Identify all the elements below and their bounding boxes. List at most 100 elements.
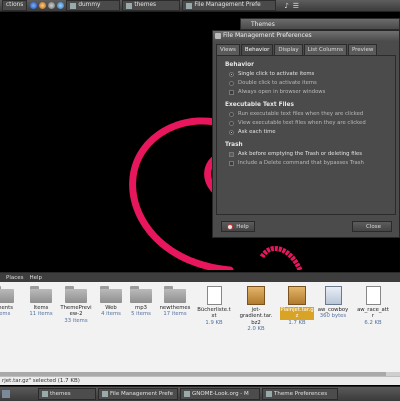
file-icon-view: umentsitems Items11 items ThemePrevi ew-… [0,282,400,372]
bottom-panel: themes File Management Prefe GNOME-Look.… [0,386,400,401]
delete-command-label: Include a Delete command that bypasses T… [238,160,364,166]
sound-icon[interactable]: ♪ [284,2,288,10]
taskbar-item-prefs[interactable]: File Management Prefe [98,388,178,400]
close-label: Close [366,223,381,230]
ask-each-time-label: Ask each time [238,129,276,135]
taskbar-item-theme-prefs[interactable]: Theme Preferences [262,388,338,400]
network-icon[interactable]: ☰ [293,2,299,10]
themes-window-titlebar[interactable]: Themes [240,18,400,30]
checkbox-delete-command[interactable] [229,160,234,166]
double-click-label: Double click to activate items [238,80,317,86]
actions-menu-label: ctions [6,2,24,8]
file-info: 4 items [101,311,121,318]
file-item[interactable]: Items 11 items [24,286,58,318]
ask-each-time-option[interactable]: Ask each time [229,129,387,135]
task-label: GNOME-Look.org - M [192,391,249,397]
delete-command-option[interactable]: Include a Delete command that bypasses T… [229,160,387,166]
radio-run-exec[interactable] [229,111,234,117]
help-icon [227,223,234,230]
file-item-selected[interactable]: Plainjet.tar.g z 1.7 KB [280,286,314,326]
view-exec-option[interactable]: View executable text files when they are… [229,120,387,126]
launcher-icon[interactable] [39,2,47,9]
folder-icon [0,286,14,303]
help-button[interactable]: Help [221,221,255,232]
tab-preview[interactable]: Preview [347,44,378,55]
taskbar-item-browser[interactable]: GNOME-Look.org - M [180,388,260,400]
actions-menu[interactable]: ctions [2,0,28,11]
window-menu-icon[interactable] [215,33,221,39]
file-name: Bücherliste.t xt [197,307,231,320]
file-info: 1.9 KB [205,319,223,326]
file-info: 2.0 KB [247,325,265,332]
show-desktop-icon[interactable] [2,390,10,398]
taskbar-item-themes[interactable]: themes [38,388,96,400]
status-text: rjet.tar.gz" selected (1.7 KB) [2,378,80,384]
file-item[interactable]: newthemes 17 items [158,286,192,318]
help-label: Help [236,223,249,230]
top-panel: ctions dummy themes File Management Pref… [0,0,400,12]
file-name: Plainjet.tar.g z [280,307,314,320]
single-click-option[interactable]: Single click to activate items [229,71,387,77]
ask-before-emptying-option[interactable]: Ask before emptying the Trash or deletin… [229,151,387,157]
status-bar: rjet.tar.gz" selected (1.7 KB) [0,376,400,385]
task-label: File Management Prefe [110,391,173,397]
window-icon [126,2,133,9]
file-item[interactable]: aw_cowboy 360 bytes [316,286,350,320]
trash-heading: Trash [225,142,243,148]
menu-help[interactable]: Help [30,275,43,281]
file-info: 33 items [64,317,88,324]
folder-icon [65,286,87,303]
prefs-titlebar[interactable]: File Management Preferences [213,31,399,41]
file-info: 360 bytes [319,313,347,320]
tab-display[interactable]: Display [274,44,303,55]
tab-views[interactable]: Views [216,44,240,55]
checkbox-ask-before-emptying[interactable] [229,151,234,157]
file-item[interactable]: umentsitems [0,286,20,318]
folder-icon [30,286,52,303]
file-item[interactable]: ThemePrevi ew-2 33 items [59,286,93,324]
taskbar-item-themes[interactable]: themes [122,0,181,11]
image-icon [324,286,342,305]
file-management-preferences-dialog: File Management Preferences Views Behavi… [212,30,400,238]
file-info: 1.7 KB [288,319,306,326]
file-info: 6.2 KB [364,319,382,326]
checkbox-browser-windows[interactable] [229,89,234,95]
file-name: aw_race_att r [357,307,389,320]
dummy-label: dummy [78,2,101,8]
app-launcher-icon[interactable] [48,2,56,9]
single-click-label: Single click to activate items [238,71,315,77]
browser-icon[interactable] [57,2,65,9]
menu-places[interactable]: Places [6,275,24,281]
exec-heading: Executable Text Files [225,102,294,108]
themes-label: themes [134,2,157,8]
prefs-tabs: Views Behavior Display List Columns Prev… [216,44,399,55]
window-icon [102,391,108,397]
radio-single-click[interactable] [229,71,234,77]
taskbar-item-prefs[interactable]: File Management Prefe [182,0,277,11]
file-name: jet-gradient.tar. bz2 [239,307,273,326]
file-item[interactable]: aw_race_att r 6.2 KB [356,286,390,326]
window-icon [42,391,48,397]
double-click-option[interactable]: Double click to activate items [229,80,387,86]
file-item[interactable]: Bücherliste.t xt 1.9 KB [197,286,231,326]
file-item[interactable]: mp3 5 items [124,286,158,318]
folder-icon [164,286,186,303]
tab-behavior[interactable]: Behavior [240,44,274,55]
radio-ask-each-time[interactable] [229,129,234,135]
radio-double-click[interactable] [229,80,234,86]
tab-list-columns[interactable]: List Columns [303,44,347,55]
terminal-icon [70,2,77,9]
globe-icon[interactable] [30,2,38,9]
themes-window-title: Themes [251,21,275,28]
close-button[interactable]: Close [352,221,392,232]
file-item[interactable]: jet-gradient.tar. bz2 2.0 KB [239,286,273,332]
browser-windows-option[interactable]: Always open in browser windows [229,89,387,95]
file-name: ThemePrevi ew-2 [60,305,92,318]
behavior-heading: Behavior [225,62,254,68]
ask-before-emptying-label: Ask before emptying the Trash or deletin… [238,151,363,157]
radio-view-exec[interactable] [229,120,234,126]
taskbar-item-dummy[interactable]: dummy [66,0,121,11]
run-exec-option[interactable]: Run executable text files when they are … [229,111,387,117]
file-item[interactable]: Web 4 items [94,286,128,318]
folder-icon [100,286,122,303]
